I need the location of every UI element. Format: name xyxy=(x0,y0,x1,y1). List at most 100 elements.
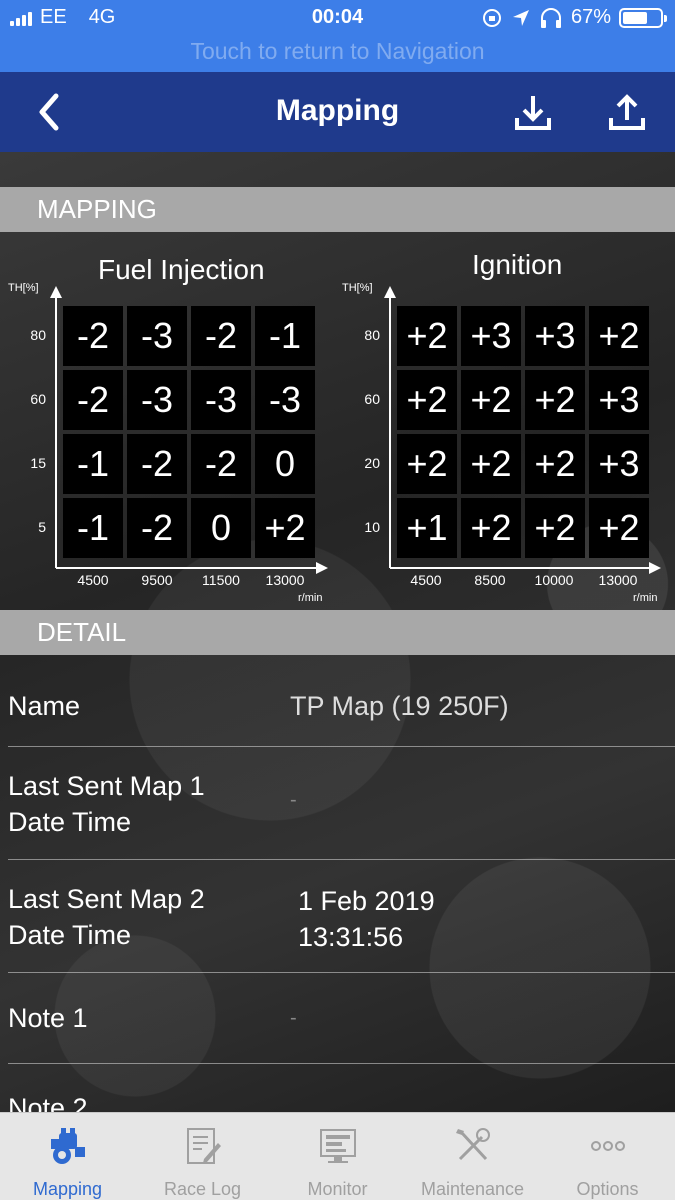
map-cell[interactable]: -2 xyxy=(127,434,187,494)
y-axis-unit: TH[%] xyxy=(8,282,39,294)
detail-row-note-2[interactable]: Note 2 xyxy=(0,1090,675,1112)
navigation-bar: Mapping xyxy=(0,72,675,152)
tab-label: Maintenance xyxy=(420,1179,525,1199)
map-cell[interactable]: -2 xyxy=(191,434,251,494)
x-tick-label: 4500 xyxy=(410,572,442,588)
x-tick-label: 13000 xyxy=(598,572,638,588)
map-cell[interactable]: -3 xyxy=(127,370,187,430)
ignition-map[interactable]: Ignition TH[%] r/min +2 +3 +3 +2 80 +2 +2 +2 +3 6… xyxy=(335,232,675,610)
map-cell[interactable]: +2 xyxy=(461,434,521,494)
chart-title: Ignition xyxy=(472,249,563,280)
map-cell[interactable]: +3 xyxy=(525,306,585,366)
map-cell[interactable]: +1 xyxy=(397,498,457,558)
map-cell[interactable]: 0 xyxy=(255,434,315,494)
divider xyxy=(8,746,675,747)
page-title: Mapping xyxy=(275,94,400,127)
detail-value: - xyxy=(290,1007,297,1029)
map-cell[interactable]: +2 xyxy=(589,306,649,366)
y-tick-label: 5 xyxy=(38,519,46,535)
tab-label: Monitor xyxy=(307,1179,368,1199)
map-cell[interactable]: -2 xyxy=(127,498,187,558)
tab-race-log[interactable]: Race Log xyxy=(135,1113,270,1200)
map-cell[interactable]: -3 xyxy=(255,370,315,430)
section-header-mapping: MAPPING xyxy=(0,187,675,232)
x-tick-label: 4500 xyxy=(77,572,109,588)
y-tick-label: 80 xyxy=(364,327,380,343)
tab-maintenance[interactable]: Maintenance xyxy=(405,1113,540,1200)
detail-label-line2: Date Time xyxy=(8,807,132,837)
detail-row-name[interactable]: Name TP Map (19 250F) xyxy=(0,688,675,748)
location-arrow-icon xyxy=(512,9,529,26)
y-tick-label: 60 xyxy=(30,391,46,407)
x-axis-unit: r/min xyxy=(298,592,323,604)
y-tick-label: 80 xyxy=(30,327,46,343)
map-cell[interactable]: +2 xyxy=(397,306,457,366)
map-cell[interactable]: +2 xyxy=(255,498,315,558)
tab-label: Race Log xyxy=(163,1179,242,1199)
divider xyxy=(8,1063,675,1064)
map-cell[interactable]: +3 xyxy=(589,370,649,430)
map-cell[interactable]: +2 xyxy=(461,498,521,558)
map-cell[interactable]: -3 xyxy=(191,370,251,430)
y-axis-unit: TH[%] xyxy=(342,282,373,294)
tab-label: Options xyxy=(576,1179,639,1199)
tab-options[interactable]: Options xyxy=(540,1113,675,1200)
notebook-icon xyxy=(187,1128,221,1164)
y-tick-label: 60 xyxy=(364,391,380,407)
wrench-screwdriver-icon xyxy=(456,1128,490,1161)
detail-row-last-sent-map-1[interactable]: Last Sent Map 1 Date Time - xyxy=(0,768,675,860)
x-tick-label: 11500 xyxy=(202,572,240,588)
y-tick-label: 15 xyxy=(30,455,46,471)
map-cell[interactable]: 0 xyxy=(191,498,251,558)
map-cell[interactable]: +2 xyxy=(397,434,457,494)
upload-icon[interactable] xyxy=(606,92,648,134)
map-cell[interactable]: -1 xyxy=(63,498,123,558)
divider xyxy=(8,859,675,860)
map-cell[interactable]: -2 xyxy=(63,370,123,430)
map-cell[interactable]: +2 xyxy=(397,370,457,430)
rotation-lock-icon xyxy=(482,8,501,27)
detail-value: 1 Feb 2019 xyxy=(298,886,435,916)
map-cell[interactable]: -1 xyxy=(255,306,315,366)
map-cell[interactable]: -3 xyxy=(127,306,187,366)
map-cell[interactable]: -1 xyxy=(63,434,123,494)
headphones-icon xyxy=(540,7,561,28)
fuel-injection-map[interactable]: Fuel Injection TH[%] r/min -2 -3 -2 -1 80 -2-… xyxy=(0,232,337,610)
return-to-navigation-banner[interactable]: Touch to return to Navigation xyxy=(0,38,675,65)
map-cell[interactable]: +2 xyxy=(525,434,585,494)
detail-row-last-sent-map-2[interactable]: Last Sent Map 2 Date Time 1 Feb 2019 13:… xyxy=(0,881,675,973)
detail-label: Name xyxy=(8,691,81,721)
x-tick-label: 13000 xyxy=(265,572,305,588)
detail-label-line2: Date Time xyxy=(8,920,132,950)
section-header-detail: DETAIL xyxy=(0,610,675,655)
map-cell[interactable]: -2 xyxy=(63,306,123,366)
divider xyxy=(8,972,675,973)
map-cell[interactable]: +2 xyxy=(525,370,585,430)
x-tick-label: 9500 xyxy=(141,572,173,588)
detail-label: Last Sent Map 2 xyxy=(8,884,205,914)
map-cell[interactable]: +3 xyxy=(461,306,521,366)
map-cell[interactable]: +3 xyxy=(589,434,649,494)
tab-bar: Mapping Race Log Monitor Maintenance Opt… xyxy=(0,1112,675,1200)
x-tick-label: 8500 xyxy=(474,572,506,588)
y-tick-label: 10 xyxy=(364,519,380,535)
monitor-icon xyxy=(320,1129,356,1163)
map-cell[interactable]: +2 xyxy=(589,498,649,558)
tab-label: Mapping xyxy=(32,1179,103,1199)
tab-mapping[interactable]: Mapping xyxy=(0,1113,135,1200)
map-cell[interactable]: -2 xyxy=(191,306,251,366)
ellipsis-icon xyxy=(591,1141,625,1151)
x-axis-unit: r/min xyxy=(633,592,658,604)
chart-title: Fuel Injection xyxy=(98,254,265,285)
y-tick-label: 20 xyxy=(364,455,380,471)
detail-label: Note 2 xyxy=(8,1093,88,1112)
battery-percent: 67% xyxy=(570,6,611,28)
detail-value: TP Map (19 250F) xyxy=(290,691,509,721)
detail-row-note-1[interactable]: Note 1 - xyxy=(0,1000,675,1060)
map-cell[interactable]: +2 xyxy=(525,498,585,558)
tab-monitor[interactable]: Monitor xyxy=(270,1113,405,1200)
detail-label: Last Sent Map 1 xyxy=(8,771,205,801)
map-cell[interactable]: +2 xyxy=(461,370,521,430)
download-icon[interactable] xyxy=(512,92,554,134)
status-bar: EE 4G 00:04 67% Touch to return to Navig… xyxy=(0,0,675,72)
